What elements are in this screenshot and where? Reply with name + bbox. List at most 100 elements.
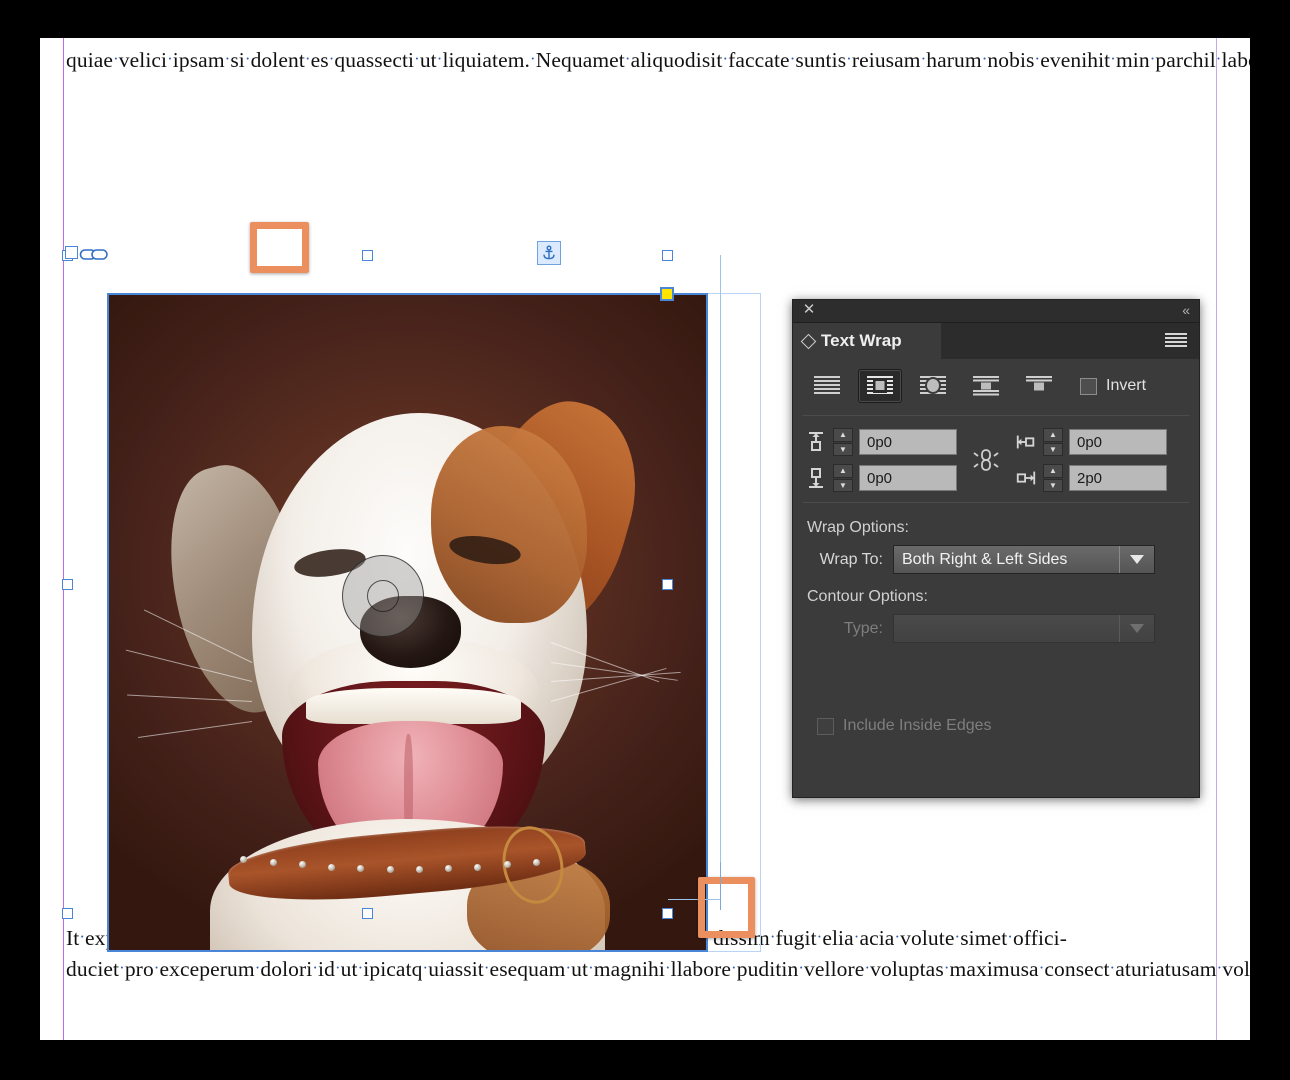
wrap-mode-no-text-wrap[interactable] bbox=[805, 369, 849, 403]
offset-left-input[interactable]: 0p0 bbox=[1069, 429, 1167, 455]
stepper-up-icon[interactable]: ▲ bbox=[833, 464, 853, 478]
selection-handle-middle-left[interactable] bbox=[62, 579, 73, 590]
stepper-down-icon[interactable]: ▼ bbox=[833, 478, 853, 492]
selection-handle-anchor-square[interactable] bbox=[65, 246, 78, 259]
space-dot: · bbox=[334, 958, 341, 978]
space-dot: · bbox=[769, 927, 776, 946]
anchor-icon[interactable] bbox=[537, 241, 561, 265]
content-grabber[interactable] bbox=[342, 555, 424, 637]
space-dot: · bbox=[436, 49, 443, 68]
panel-titlebar: ✕ « bbox=[793, 300, 1199, 323]
space-dot: · bbox=[1038, 958, 1045, 978]
space-dot: · bbox=[624, 49, 631, 68]
margin-guide-right bbox=[1216, 38, 1217, 1040]
offset-top-icon bbox=[805, 429, 827, 455]
offset-right-row: ▲ ▼ 2p0 bbox=[1015, 464, 1167, 492]
offset-top-stepper[interactable]: ▲ ▼ bbox=[833, 428, 853, 456]
space-dot: · bbox=[254, 958, 261, 978]
space-dot: · bbox=[1149, 49, 1156, 68]
invert-checkbox-group[interactable]: Invert bbox=[1080, 377, 1146, 395]
collar-stud bbox=[386, 866, 394, 874]
contour-options-label: Contour Options: bbox=[807, 588, 928, 605]
space-dot: · bbox=[846, 49, 852, 68]
space-dot: · bbox=[304, 49, 311, 68]
space-dot: · bbox=[920, 49, 927, 68]
body-text-top[interactable]: quiae·velici·ipsam·si·dolent·es·quassect… bbox=[66, 44, 1250, 75]
diamond-icon bbox=[800, 333, 817, 349]
offset-right-input[interactable]: 2p0 bbox=[1069, 465, 1167, 491]
space-dot: · bbox=[79, 927, 86, 946]
selection-handle-bottom-left[interactable] bbox=[62, 908, 73, 919]
highlight-box-paragraph-mark-top bbox=[250, 222, 309, 273]
link-chain-icon[interactable] bbox=[79, 246, 109, 263]
space-dot: · bbox=[1034, 49, 1041, 68]
wrap-options-label: Wrap Options: bbox=[807, 519, 909, 536]
offset-right-stepper[interactable]: ▲ ▼ bbox=[1043, 464, 1063, 492]
space-dot: · bbox=[565, 958, 572, 978]
tab-text-wrap[interactable]: Text Wrap bbox=[793, 323, 941, 359]
selection-handle-bottom-right[interactable] bbox=[662, 908, 673, 919]
selection-handle-middle-right[interactable] bbox=[662, 579, 673, 590]
panel-tab-row: Text Wrap bbox=[793, 323, 1199, 359]
space-dot: · bbox=[312, 958, 319, 978]
space-dot: · bbox=[954, 927, 961, 946]
wrap-mode-jump-next-column[interactable] bbox=[1017, 369, 1061, 403]
highlight-box-paragraph-mark-bottom bbox=[698, 877, 755, 938]
collar-stud bbox=[328, 863, 336, 871]
space-dot: · bbox=[119, 958, 125, 978]
selection-handle-bottom-center[interactable] bbox=[362, 908, 373, 919]
space-dot: · bbox=[864, 958, 871, 978]
collar-stud bbox=[503, 861, 511, 869]
offset-column-left: ▲ ▼ 0p0 ▲ ▼ 0p0 bbox=[805, 428, 957, 492]
margin-guide-left bbox=[63, 38, 64, 1040]
wrap-mode-bounding-box[interactable] bbox=[858, 369, 902, 403]
include-inside-edges-group: Include Inside Edges bbox=[805, 657, 1187, 735]
space-dot: · bbox=[1215, 49, 1222, 68]
screen: quiae·velici·ipsam·si·dolent·es·quassect… bbox=[0, 0, 1290, 1080]
offset-bottom-input[interactable]: 0p0 bbox=[859, 465, 957, 491]
stepper-down-icon[interactable]: ▼ bbox=[833, 442, 853, 456]
space-dot: · bbox=[1110, 49, 1116, 68]
stepper-up-icon[interactable]: ▲ bbox=[833, 428, 853, 442]
stepper-down-icon[interactable]: ▼ bbox=[1043, 478, 1063, 492]
text-wrap-panel[interactable]: ✕ « Text Wrap Invert ▲ ▼ 0p0 ▲ ▼ 0p0 ▲ ▼… bbox=[792, 299, 1200, 798]
space-dot: · bbox=[414, 49, 420, 68]
offset-bottom-stepper[interactable]: ▲ ▼ bbox=[833, 464, 853, 492]
collapse-icon[interactable]: « bbox=[1182, 302, 1190, 318]
space-dot: · bbox=[981, 49, 988, 68]
selection-handle-top-center[interactable] bbox=[362, 250, 373, 261]
wrap-to-row: Wrap To: Both Right & Left Sides bbox=[805, 545, 1187, 574]
space-dot: · bbox=[167, 49, 173, 68]
offset-top-input[interactable]: 0p0 bbox=[859, 429, 957, 455]
broken-chain-icon[interactable] bbox=[963, 443, 1009, 477]
invert-label: Invert bbox=[1106, 377, 1147, 394]
offset-top-row: ▲ ▼ 0p0 bbox=[805, 428, 957, 456]
wrap-to-select[interactable]: Both Right & Left Sides bbox=[893, 545, 1155, 574]
include-inside-edges-checkbox bbox=[817, 717, 834, 735]
space-dot: · bbox=[530, 49, 536, 68]
panel-body: Invert ▲ ▼ 0p0 ▲ ▼ 0p0 ▲ ▼ 0p0 ▲ ▼ 2p0 W… bbox=[793, 359, 1199, 735]
space-dot: · bbox=[853, 927, 860, 946]
wrap-mode-jump-object[interactable] bbox=[964, 369, 1008, 403]
invert-checkbox[interactable] bbox=[1080, 377, 1097, 395]
panel-menu-icon[interactable] bbox=[1165, 333, 1187, 348]
selection-handle-top-right[interactable] bbox=[662, 250, 673, 261]
stepper-up-icon[interactable]: ▲ bbox=[1043, 464, 1063, 478]
stepper-up-icon[interactable]: ▲ bbox=[1043, 428, 1063, 442]
stepper-down-icon[interactable]: ▼ bbox=[1043, 442, 1063, 456]
space-dot: · bbox=[664, 958, 671, 978]
corner-options-handle[interactable] bbox=[660, 287, 674, 301]
offset-left-stepper[interactable]: ▲ ▼ bbox=[1043, 428, 1063, 456]
space-dot: · bbox=[789, 49, 796, 68]
contour-type-row: Type: bbox=[805, 614, 1187, 643]
space-dot: · bbox=[731, 958, 737, 978]
space-dot: · bbox=[113, 49, 119, 68]
contour-type-select bbox=[893, 614, 1155, 643]
collar-stud bbox=[269, 858, 277, 866]
space-dot: · bbox=[244, 49, 251, 68]
chevron-down-icon[interactable] bbox=[1119, 546, 1154, 573]
space-dot: · bbox=[357, 958, 364, 978]
close-icon[interactable]: ✕ bbox=[801, 302, 817, 318]
space-dot: · bbox=[483, 958, 490, 978]
wrap-mode-object-shape[interactable] bbox=[911, 369, 955, 403]
